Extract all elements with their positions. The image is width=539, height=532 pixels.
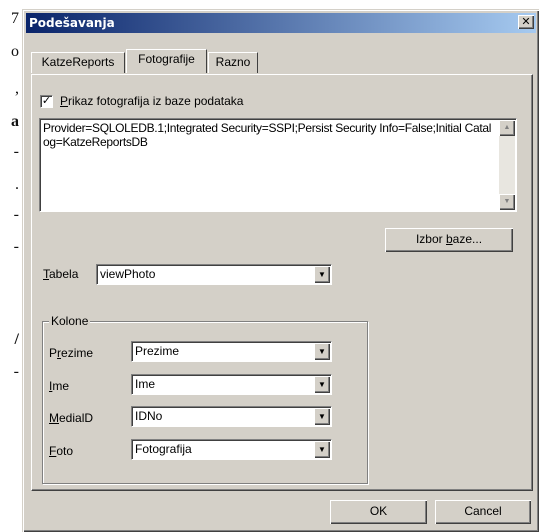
close-button[interactable]: ✕ xyxy=(518,15,534,29)
scroll-up-button[interactable]: ▲ xyxy=(499,120,515,136)
background-text: - xyxy=(13,363,19,380)
connection-string-text: Provider=SQLOLEDB.1;Integrated Security=… xyxy=(43,121,492,149)
background-text: - xyxy=(13,238,19,255)
background-text: 7 xyxy=(11,10,19,27)
background-text: o xyxy=(11,43,19,60)
ime-dropdown-button[interactable]: ▼ xyxy=(314,376,330,393)
tabela-select[interactable]: viewPhoto ▼ xyxy=(96,264,332,285)
prezime-dropdown-button[interactable]: ▼ xyxy=(314,343,330,360)
tabela-label: Tabela xyxy=(43,267,79,281)
ime-value: Ime xyxy=(135,377,156,391)
foto-dropdown-button[interactable]: ▼ xyxy=(314,441,330,458)
mediaid-value: IDNo xyxy=(135,409,163,423)
tabela-dropdown-button[interactable]: ▼ xyxy=(314,266,330,283)
chevron-down-icon: ▼ xyxy=(318,445,326,454)
mediaid-label: MedialD xyxy=(49,411,94,425)
tab-fotografije[interactable]: Fotografije xyxy=(126,49,207,73)
tab-label: Razno xyxy=(215,55,251,69)
connection-string-textarea[interactable]: Provider=SQLOLEDB.1;Integrated Security=… xyxy=(39,118,517,212)
show-photos-label: Prikaz fotografija iz baze podataka xyxy=(60,94,244,108)
cancel-label: Cancel xyxy=(464,504,502,518)
vertical-scrollbar[interactable]: ▲ ▼ xyxy=(499,120,515,210)
foto-select[interactable]: Fotografija ▼ xyxy=(131,439,332,460)
chevron-down-icon: ▼ xyxy=(318,347,326,356)
prezime-value: Prezime xyxy=(135,344,180,358)
tab-label: Fotografije xyxy=(138,52,195,66)
background-text: . xyxy=(15,176,19,193)
background-text: , xyxy=(15,80,19,97)
dialog-title: Podešavanja xyxy=(29,16,115,30)
choose-database-button[interactable]: Izbor baze... xyxy=(385,228,513,252)
background-text: - xyxy=(13,143,19,160)
tab-razno[interactable]: Razno xyxy=(208,52,258,73)
cancel-button[interactable]: Cancel xyxy=(435,500,531,524)
chevron-down-icon: ▼ xyxy=(318,380,326,389)
background-text: a xyxy=(11,113,19,130)
background-text: - xyxy=(13,206,19,223)
background-document-fragment: 7 o , a - . - - / - xyxy=(0,0,22,532)
prezime-label: Prezime xyxy=(49,346,94,360)
tab-katzereports[interactable]: KatzeReports xyxy=(31,52,125,73)
foto-label: Foto xyxy=(49,444,74,458)
foto-value: Fotografija xyxy=(135,442,192,456)
check-icon: ✓ xyxy=(41,95,52,107)
ime-label: Ime xyxy=(49,379,70,393)
ok-label: OK xyxy=(369,504,388,518)
show-photos-checkbox[interactable]: ✓ xyxy=(40,95,53,108)
chevron-down-icon: ▼ xyxy=(318,412,326,421)
scroll-down-button[interactable]: ▼ xyxy=(499,194,515,210)
tabela-value: viewPhoto xyxy=(100,267,156,281)
settings-dialog: Podešavanja ✕ KatzeReports Fotografije R… xyxy=(22,9,539,532)
tab-label: KatzeReports xyxy=(41,55,115,69)
mediaid-dropdown-button[interactable]: ▼ xyxy=(314,408,330,425)
ime-select[interactable]: Ime ▼ xyxy=(131,374,332,395)
close-icon: ✕ xyxy=(521,15,531,28)
chevron-down-icon: ▼ xyxy=(318,270,326,279)
kolone-title: Kolone xyxy=(49,314,91,328)
background-text: / xyxy=(14,331,19,348)
scroll-up-arrow-icon: ▲ xyxy=(503,124,511,131)
ok-button[interactable]: OK xyxy=(330,500,427,524)
scroll-down-arrow-icon: ▼ xyxy=(503,198,511,205)
mediaid-select[interactable]: IDNo ▼ xyxy=(131,406,332,427)
dialog-titlebar[interactable]: Podešavanja ✕ xyxy=(26,13,536,33)
prezime-select[interactable]: Prezime ▼ xyxy=(131,341,332,362)
